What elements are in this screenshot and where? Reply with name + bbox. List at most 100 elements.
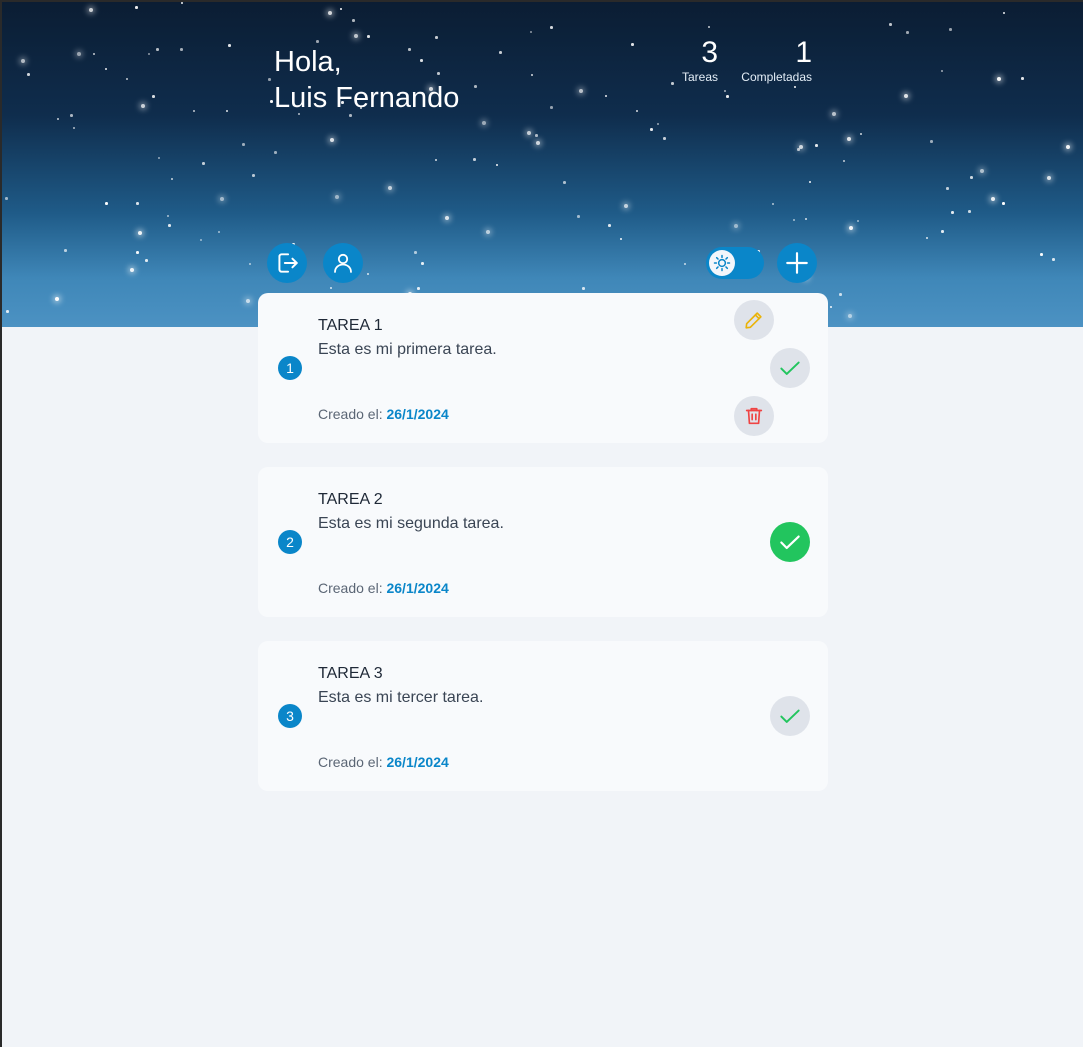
star [991,197,995,201]
star [708,26,710,28]
star [968,210,971,213]
star [218,231,220,233]
completed-stat: 1 Completadas [732,36,812,84]
user-icon [334,253,352,273]
star [180,48,183,51]
task-title: TAREA 1 [318,317,383,334]
tasks-label: Tareas [681,70,718,84]
star [650,128,653,131]
task-index-badge: 1 [278,356,302,380]
greeting: Hola, Luis Fernando [274,44,459,116]
star [473,158,476,161]
star [6,310,9,313]
star [847,137,851,141]
star [941,230,944,233]
star [200,239,202,241]
star [857,220,859,222]
created-label: Creado el: [318,754,383,770]
star [105,202,108,205]
trash-icon [745,407,763,425]
star [1066,145,1070,149]
add-task-button[interactable] [777,243,817,283]
task-description: Esta es mi segunda tarea. [318,515,504,532]
profile-button[interactable] [323,243,363,283]
star [414,251,417,254]
star [89,8,93,12]
task-description: Esta es mi tercer tarea. [318,689,484,706]
star [946,187,949,190]
user-name: Luis Fernando [274,82,460,114]
star [168,224,171,227]
star [860,133,862,135]
star [1002,202,1005,205]
edit-button[interactable] [734,300,774,340]
star [794,86,796,88]
star [949,28,952,31]
theme-toggle[interactable] [706,247,764,279]
star [631,43,634,46]
task-created: Creado el: 26/1/2024 [318,406,449,422]
star [246,299,250,303]
star [435,36,438,39]
star [274,151,277,154]
star [226,110,228,112]
check-icon [780,709,800,723]
star [135,6,138,9]
star [815,144,818,147]
star [316,40,319,43]
logout-button[interactable] [267,243,307,283]
star [57,118,59,120]
star [270,100,273,103]
star [531,74,533,76]
star [330,287,332,289]
star [27,73,30,76]
star [136,202,139,205]
star [499,51,502,54]
star [726,95,729,98]
greeting-line-1: Hola, [274,46,342,78]
complete-button[interactable] [770,696,810,736]
star [997,77,1001,81]
star [970,176,973,179]
created-label: Creado el: [318,406,383,422]
tasks-count: 3 [701,36,718,69]
star [830,306,832,308]
star [152,95,155,98]
star [220,197,224,201]
star [328,11,332,15]
complete-button[interactable] [770,348,810,388]
star [805,218,807,220]
delete-button[interactable] [734,396,774,436]
created-date: 26/1/2024 [386,406,449,422]
star [527,131,531,135]
star [354,34,358,38]
star [167,215,169,217]
star [843,160,845,162]
star [367,35,370,38]
star [582,287,585,290]
created-date: 26/1/2024 [386,754,449,770]
complete-button[interactable] [770,522,810,562]
check-icon [780,361,800,375]
pencil-icon [745,312,762,329]
star [77,52,81,56]
star [772,203,774,205]
star [171,178,173,180]
tasks-stat: 3 Tareas [674,36,718,84]
star [105,68,107,70]
created-date: 26/1/2024 [386,580,449,596]
star [849,226,853,230]
star [889,23,892,26]
star [73,127,75,129]
star [608,224,611,227]
header-banner: Hola, Luis Fernando 3 Tareas 1 Completad… [2,2,1083,327]
star [268,78,271,81]
star [724,90,726,92]
star [799,145,803,149]
task-card-3: 3 TAREA 3 Esta es mi tercer tarea. Cread… [258,641,828,791]
plus-icon [786,252,808,274]
task-index-badge: 3 [278,704,302,728]
star [141,104,145,108]
completed-label: Completadas [741,70,812,84]
star [579,89,583,93]
